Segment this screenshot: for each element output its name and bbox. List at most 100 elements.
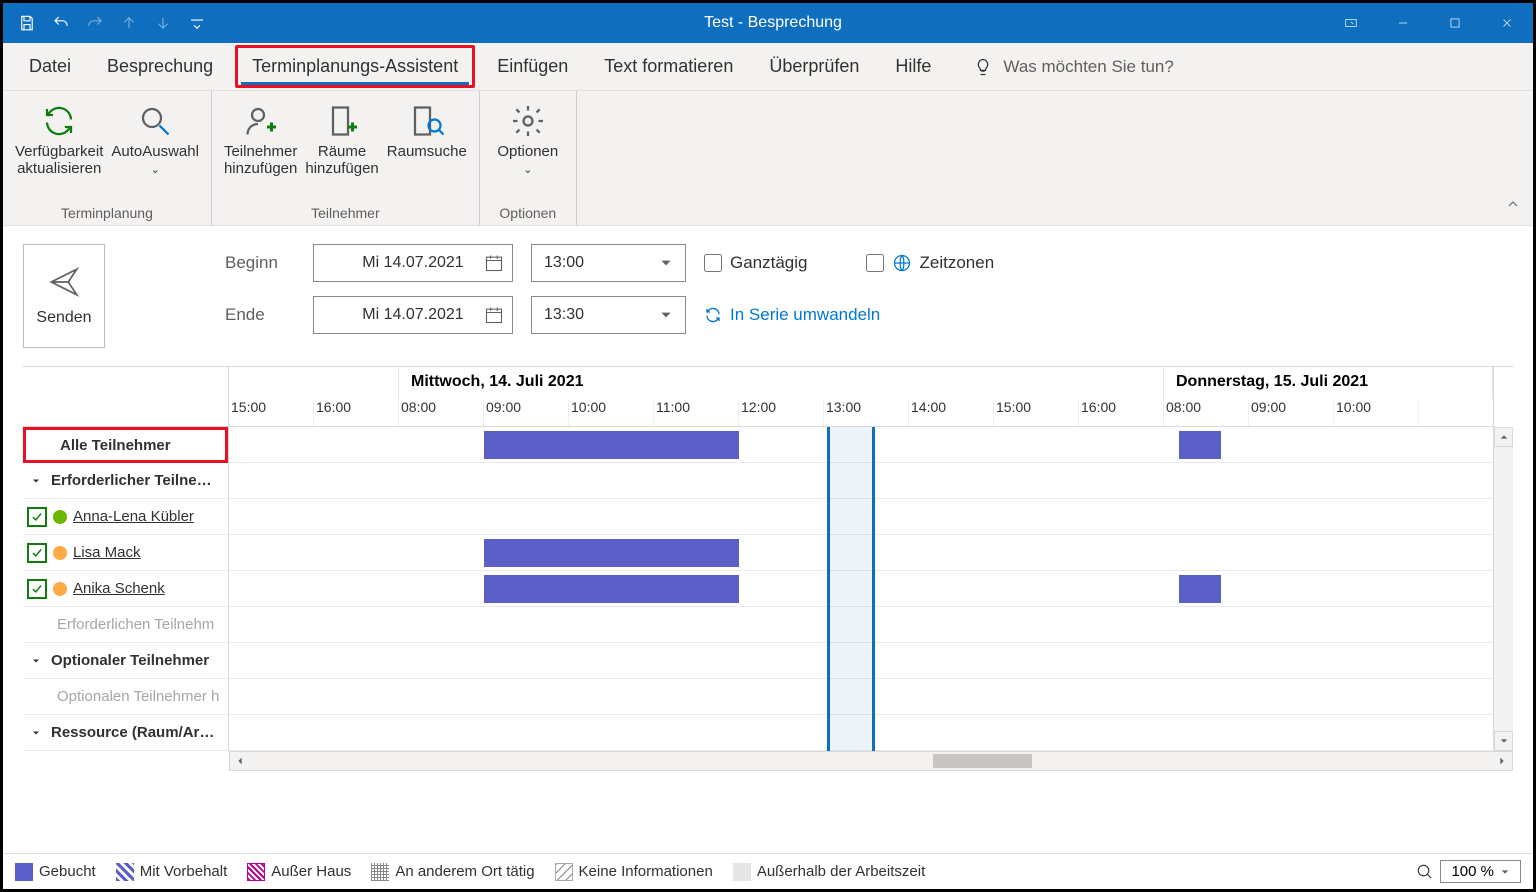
time-slot: 08:00 (1164, 399, 1249, 426)
scroll-thumb[interactable] (933, 754, 1032, 768)
tab-datei[interactable]: Datei (15, 48, 85, 85)
tab-ueberpruefen[interactable]: Überprüfen (755, 48, 873, 85)
chevron-down-icon (30, 727, 42, 739)
swatch-outside (733, 863, 751, 881)
make-recurring-link[interactable]: In Serie umwandeln (704, 305, 880, 325)
collapse-ribbon-button[interactable] (1505, 196, 1521, 217)
time-slot: 15:00 (994, 399, 1079, 426)
resource-section-header[interactable]: Ressource (Raum/Ar… (23, 715, 228, 751)
time-slot: 09:00 (484, 399, 569, 426)
begin-date-input[interactable]: Mi 14.07.2021 (313, 244, 513, 282)
redo-button[interactable] (79, 7, 111, 39)
close-button[interactable] (1481, 3, 1533, 43)
begin-time-input[interactable]: 13:00 (531, 244, 686, 282)
attendee-checkbox[interactable] (27, 543, 47, 563)
begin-label: Beginn (225, 253, 295, 273)
attendee-row[interactable]: Lisa Mack (23, 535, 228, 571)
zoom-icon (1416, 863, 1434, 881)
end-date-input[interactable]: Mi 14.07.2021 (313, 296, 513, 334)
globe-icon (892, 253, 912, 273)
presence-away-icon (53, 546, 67, 560)
allday-checkbox[interactable]: Ganztägig (704, 253, 808, 273)
minimize-button[interactable] (1377, 3, 1429, 43)
send-button[interactable]: Senden (23, 244, 105, 348)
maximize-button[interactable] (1429, 3, 1481, 43)
chevron-down-icon (659, 308, 673, 322)
chevron-down-icon (30, 475, 42, 487)
up-button[interactable] (113, 7, 145, 39)
timeline[interactable]: Mittwoch, 14. Juli 2021 Donnerstag, 15. … (229, 367, 1493, 751)
tell-me-search[interactable]: Was möchten Sie tun? (973, 57, 1173, 77)
options-button[interactable]: Optionen⌄ (488, 95, 568, 203)
room-finder-icon (409, 103, 445, 139)
time-slot: 11:00 (654, 399, 739, 426)
tab-text-formatieren[interactable]: Text formatieren (590, 48, 747, 85)
legend-busy: Gebucht (15, 863, 96, 881)
optional-section-header[interactable]: Optionaler Teilnehmer (23, 643, 228, 679)
ribbon-display-options[interactable] (1325, 3, 1377, 43)
presence-away-icon (53, 582, 67, 596)
time-slot: 10:00 (569, 399, 654, 426)
add-room-button[interactable]: Räume hinzufügen (301, 95, 382, 203)
save-button[interactable] (11, 7, 43, 39)
autopick-icon (137, 103, 173, 139)
attendee-name[interactable]: Lisa Mack (73, 544, 141, 561)
timeline-grid[interactable] (229, 427, 1493, 751)
swatch-oof (247, 863, 265, 881)
add-attendee-icon (243, 103, 279, 139)
tab-hilfe[interactable]: Hilfe (881, 48, 945, 85)
add-optional-attendee-input[interactable]: Optionalen Teilnehmer h (23, 679, 228, 715)
add-required-attendee-input[interactable]: Erforderlichen Teilnehm (23, 607, 228, 643)
attendee-row[interactable]: Anika Schenk (23, 571, 228, 607)
attendee-checkbox[interactable] (27, 579, 47, 599)
swatch-elsewhere (371, 863, 389, 881)
refresh-availability-button[interactable]: Verfügbarkeit aktualisieren (11, 95, 107, 203)
time-slot: 14:00 (909, 399, 994, 426)
end-time-input[interactable]: 13:30 (531, 296, 686, 334)
quick-access-toolbar (3, 7, 221, 39)
scroll-track[interactable] (1494, 447, 1513, 731)
scroll-left-button[interactable] (230, 752, 250, 770)
qat-customize[interactable] (181, 7, 213, 39)
legend-elsewhere: An anderem Ort tätig (371, 863, 534, 881)
legend-noinfo: Keine Informationen (555, 863, 713, 881)
time-slot: 13:00 (824, 399, 909, 426)
scroll-right-button[interactable] (1492, 752, 1512, 770)
tab-besprechung[interactable]: Besprechung (93, 48, 227, 85)
down-button[interactable] (147, 7, 179, 39)
attendee-name[interactable]: Anika Schenk (73, 580, 165, 597)
legend-outside: Außerhalb der Arbeitszeit (733, 863, 925, 881)
legend-oof: Außer Haus (247, 863, 351, 881)
tab-einfuegen[interactable]: Einfügen (483, 48, 582, 85)
autopick-button[interactable]: AutoAuswahl⌄ (107, 95, 203, 203)
attendee-row[interactable]: Anna-Lena Kübler (23, 499, 228, 535)
window-title: Test - Besprechung (221, 14, 1325, 32)
add-attendee-button[interactable]: Teilnehmer hinzufügen (220, 95, 301, 203)
vertical-scrollbar[interactable] (1493, 367, 1513, 751)
time-header-row: 15:0016:0008:0009:0010:0011:0012:0013:00… (229, 399, 1493, 427)
legend-tentative: Mit Vorbehalt (116, 863, 228, 881)
presence-free-icon (53, 510, 67, 524)
horizontal-scrollbar[interactable] (229, 751, 1513, 771)
scroll-up-button[interactable] (1494, 427, 1513, 447)
end-label: Ende (225, 305, 295, 325)
attendee-name[interactable]: Anna-Lena Kübler (73, 508, 194, 525)
lightbulb-icon (973, 57, 993, 77)
group-label: Terminplanung (11, 203, 203, 223)
zoom-level[interactable]: 100 % (1440, 860, 1521, 883)
all-attendees-row[interactable]: Alle Teilnehmer (23, 427, 228, 463)
tell-me-label: Was möchten Sie tun? (1003, 57, 1173, 77)
day-header: Mittwoch, 14. Juli 2021 (399, 367, 1164, 399)
tab-terminplanungs-assistent[interactable]: Terminplanungs-Assistent (235, 45, 475, 88)
group-label: Optionen (488, 203, 568, 223)
chevron-down-icon (659, 256, 673, 270)
zoom-control[interactable]: 100 % (1416, 860, 1521, 883)
room-finder-button[interactable]: Raumsuche (383, 95, 471, 203)
scroll-track[interactable] (250, 752, 1492, 770)
timezones-checkbox[interactable]: Zeitzonen (866, 253, 995, 273)
attendee-checkbox[interactable] (27, 507, 47, 527)
gear-icon (510, 103, 546, 139)
undo-button[interactable] (45, 7, 77, 39)
scroll-down-button[interactable] (1494, 731, 1513, 751)
required-section-header[interactable]: Erforderlicher Teilne… (23, 463, 228, 499)
